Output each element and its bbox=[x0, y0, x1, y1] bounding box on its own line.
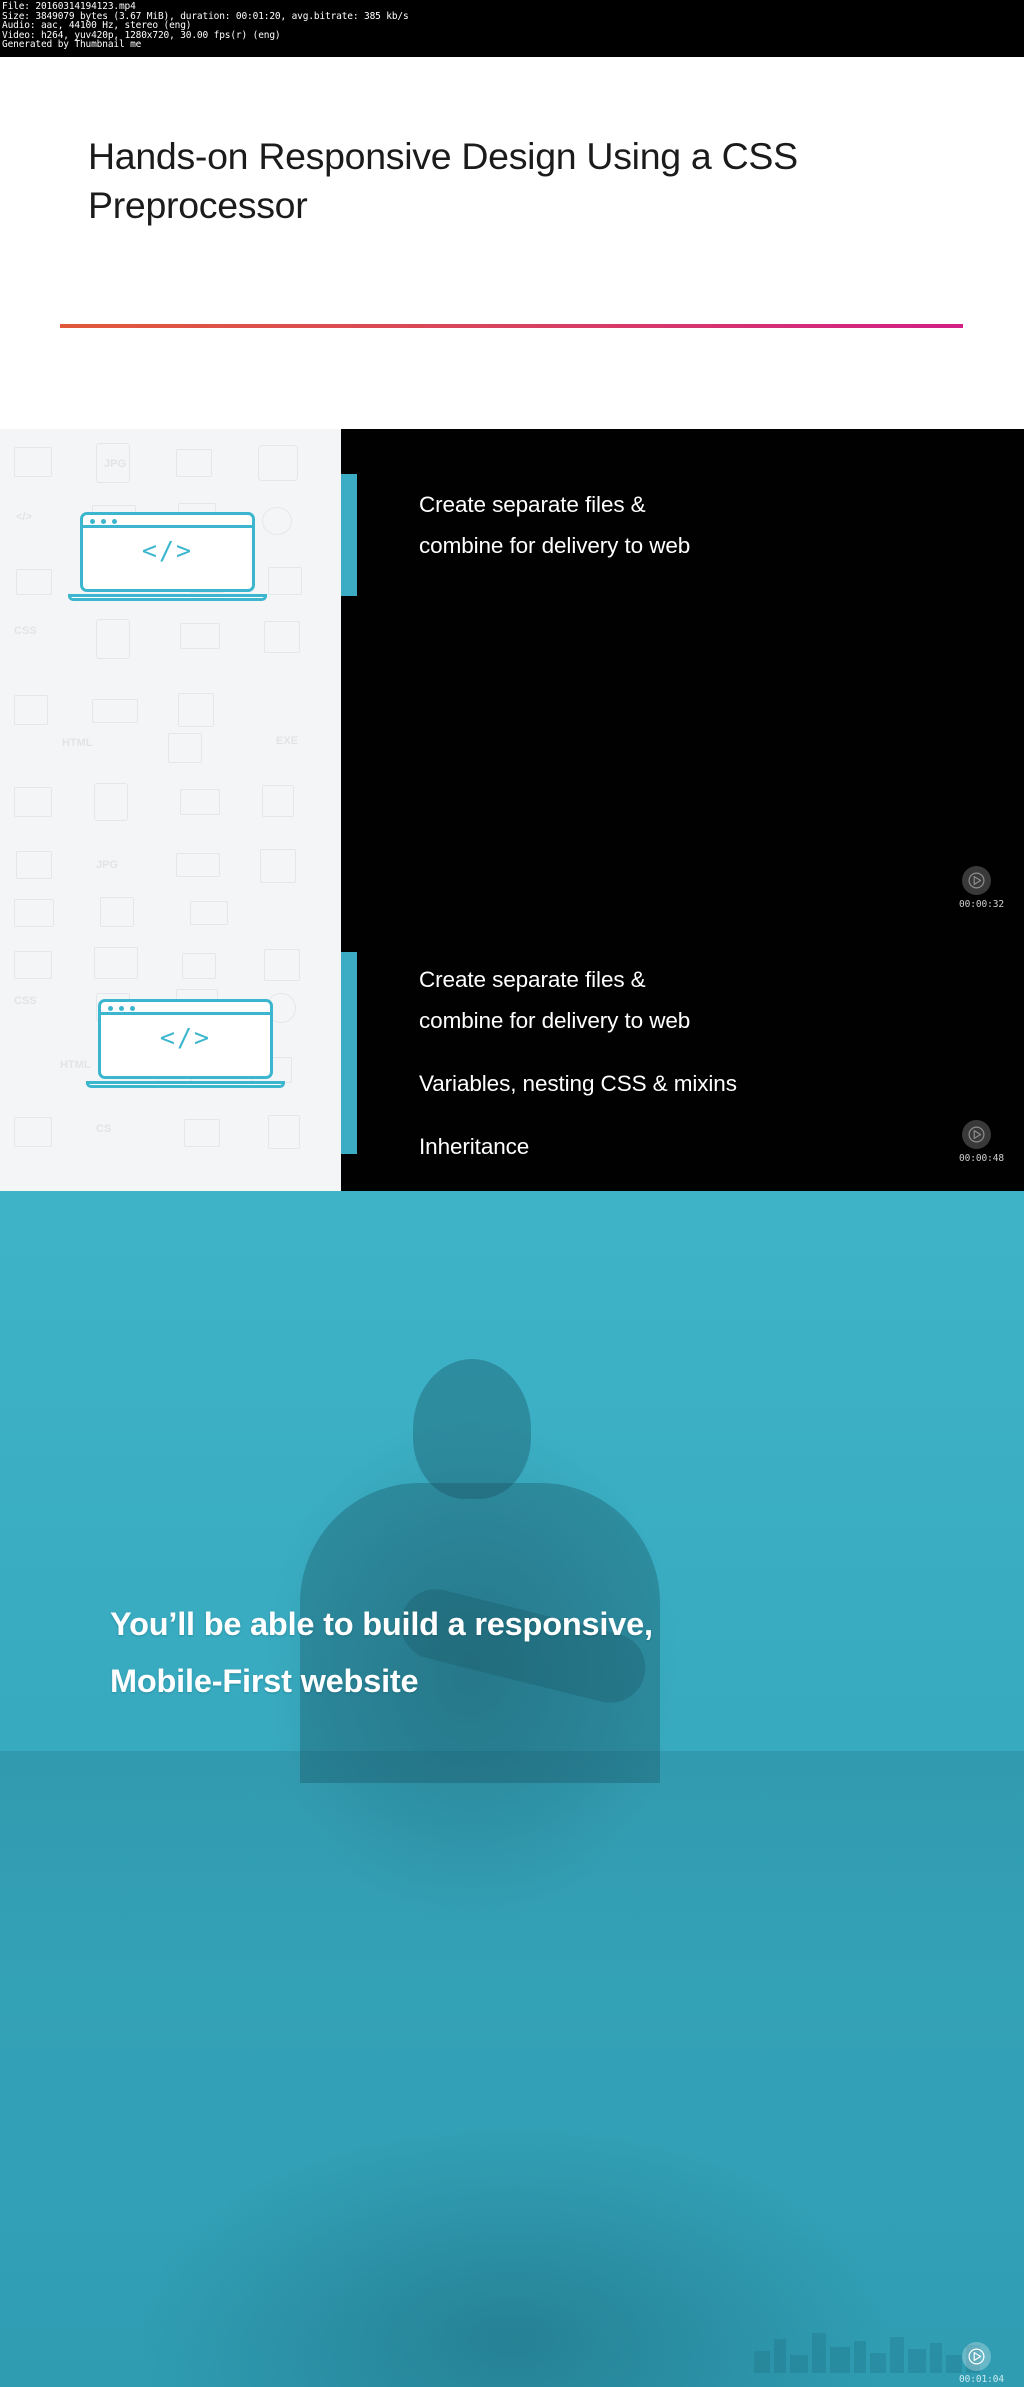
bullet-line: combine for delivery to web bbox=[419, 1008, 691, 1033]
bullet-line: Create separate files & bbox=[419, 967, 646, 992]
slide-thumbnail-frame-2[interactable]: HTML EXE JPG 00:00:32 bbox=[0, 683, 1024, 937]
video-metadata-strip: File: 20160314194123.mp4 Size: 3849079 b… bbox=[0, 0, 1024, 57]
slide-bullet-list: Create separate files & combine for deli… bbox=[419, 959, 737, 1167]
outro-line-1: You’ll be able to build a responsive, bbox=[110, 1606, 653, 1642]
outro-slide-thumbnail[interactable]: You’ll be able to build a responsive, Mo… bbox=[0, 1191, 1024, 2387]
slide-thumbnail-frame-1[interactable]: JPG </> CSS </> Create separate files & … bbox=[0, 429, 1024, 683]
slide-left-panel: HTML EXE JPG bbox=[0, 683, 341, 937]
accent-bar bbox=[341, 474, 357, 596]
title-slide-thumbnail[interactable]: Hands-on Responsive Design Using a CSS P… bbox=[0, 57, 1024, 429]
icon-label-exe: EXE bbox=[276, 735, 299, 747]
title-line-1: Hands-on Responsive Design Using a bbox=[88, 135, 712, 177]
icon-label-html: HTML bbox=[62, 737, 93, 749]
slide-left-panel: JPG </> CSS </> bbox=[0, 429, 341, 683]
metadata-line-video: Video: h264, yuv420p, 1280x720, 30.00 fp… bbox=[2, 29, 281, 41]
icon-label-css: CSS bbox=[14, 625, 37, 637]
slide-right-panel: Create separate files & combine for deli… bbox=[341, 937, 1024, 1191]
bullet-line: combine for delivery to web bbox=[419, 533, 691, 558]
slide-left-panel: CSS HTML CS </> bbox=[0, 937, 341, 1191]
slide-right-panel: Create separate files & combine for deli… bbox=[341, 429, 1024, 683]
title-gradient-divider bbox=[60, 324, 963, 328]
play-icon[interactable] bbox=[962, 2342, 991, 2371]
accent-bar bbox=[341, 952, 357, 1154]
outro-headline: You’ll be able to build a responsive, Mo… bbox=[110, 1596, 940, 1710]
slide-thumbnail-frame-3[interactable]: CSS HTML CS </> Create separate files & … bbox=[0, 937, 1024, 1191]
list-item: Variables, nesting CSS & mixins bbox=[419, 1063, 737, 1104]
play-icon[interactable] bbox=[962, 866, 991, 895]
slide-bullet-list: Create separate files & combine for deli… bbox=[419, 484, 690, 566]
list-item: Create separate files & combine for deli… bbox=[419, 959, 737, 1041]
page-title: Hands-on Responsive Design Using a CSS P… bbox=[88, 132, 968, 230]
icon-pattern-background: HTML EXE JPG bbox=[0, 683, 341, 937]
bullet-line: Inheritance bbox=[419, 1134, 530, 1159]
slide-right-panel bbox=[341, 683, 1024, 937]
list-item: Create separate files & combine for deli… bbox=[419, 484, 690, 566]
bullet-line: Create separate files & bbox=[419, 492, 646, 517]
icon-label-css: CSS bbox=[14, 995, 37, 1007]
timecode-label: 00:00:32 bbox=[959, 899, 1004, 910]
metadata-line-generator: Generated by Thumbnail me bbox=[2, 39, 142, 51]
bullet-line: Variables, nesting CSS & mixins bbox=[419, 1071, 737, 1096]
outro-line-2: Mobile-First website bbox=[110, 1663, 419, 1699]
timecode-label: 00:00:48 bbox=[959, 1153, 1004, 1164]
speaker-head-silhouette bbox=[413, 1359, 531, 1499]
desk-foreground bbox=[0, 1751, 1024, 2387]
play-icon[interactable] bbox=[962, 1120, 991, 1149]
list-item: Inheritance bbox=[419, 1126, 737, 1167]
icon-label-cs: CS bbox=[96, 1123, 112, 1135]
icon-label-code: </> bbox=[16, 511, 32, 523]
timecode-label: 00:01:04 bbox=[959, 2374, 1004, 2385]
icon-label-jpg: JPG bbox=[96, 859, 119, 871]
icon-label-jpg: JPG bbox=[104, 458, 127, 470]
icon-label-html: HTML bbox=[60, 1059, 91, 1071]
city-skyline-decoration bbox=[750, 2323, 990, 2373]
